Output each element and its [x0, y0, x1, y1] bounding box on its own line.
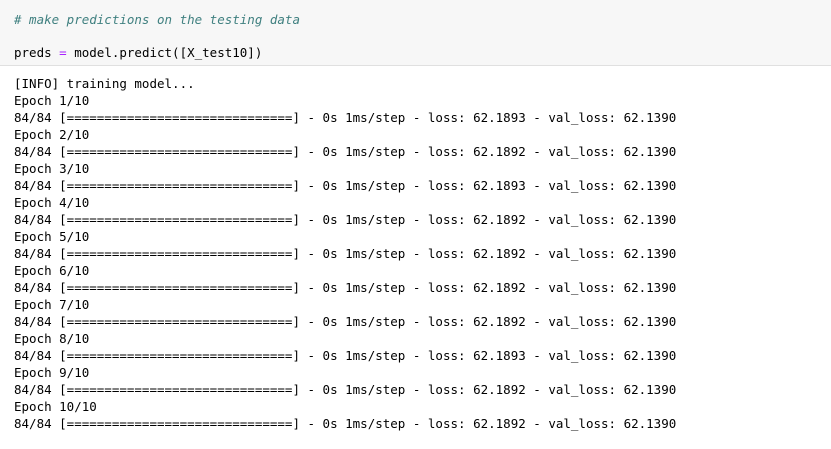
output-line: Epoch 10/10 — [14, 399, 97, 414]
cell-output: [INFO] training model... Epoch 1/10 84/84 … — [14, 75, 824, 432]
output-line: 84/84 [==============================] -… — [14, 382, 677, 397]
output-line: Epoch 6/10 — [14, 263, 90, 278]
output-line: Epoch 3/10 — [14, 161, 90, 176]
output-line: 84/84 [==============================] -… — [14, 178, 677, 193]
output-line: 84/84 [==============================] -… — [14, 212, 677, 227]
output-line: [INFO] training model... — [14, 76, 195, 91]
output-line: Epoch 2/10 — [14, 127, 90, 142]
output-line: 84/84 [==============================] -… — [14, 110, 677, 125]
code-statement: preds = model.predict([X_test10]) — [14, 44, 262, 61]
output-line: Epoch 7/10 — [14, 297, 90, 312]
output-line: Epoch 9/10 — [14, 365, 90, 380]
code-comment: # make predictions on the testing data — [14, 12, 300, 27]
output-line: 84/84 [==============================] -… — [14, 348, 677, 363]
code-variable: preds — [14, 45, 52, 60]
output-line: Epoch 1/10 — [14, 93, 90, 108]
code-call: model.predict([X_test10]) — [74, 45, 263, 60]
code-cell-input[interactable]: # make predictions on the testing data p… — [0, 0, 831, 66]
output-line: 84/84 [==============================] -… — [14, 246, 677, 261]
output-line: Epoch 4/10 — [14, 195, 90, 210]
output-line: 84/84 [==============================] -… — [14, 144, 677, 159]
output-line: 84/84 [==============================] -… — [14, 280, 677, 295]
output-line: 84/84 [==============================] -… — [14, 416, 677, 431]
output-line: Epoch 8/10 — [14, 331, 90, 346]
code-operator: = — [51, 45, 75, 60]
output-line: 84/84 [==============================] -… — [14, 314, 677, 329]
output-line: Epoch 5/10 — [14, 229, 90, 244]
